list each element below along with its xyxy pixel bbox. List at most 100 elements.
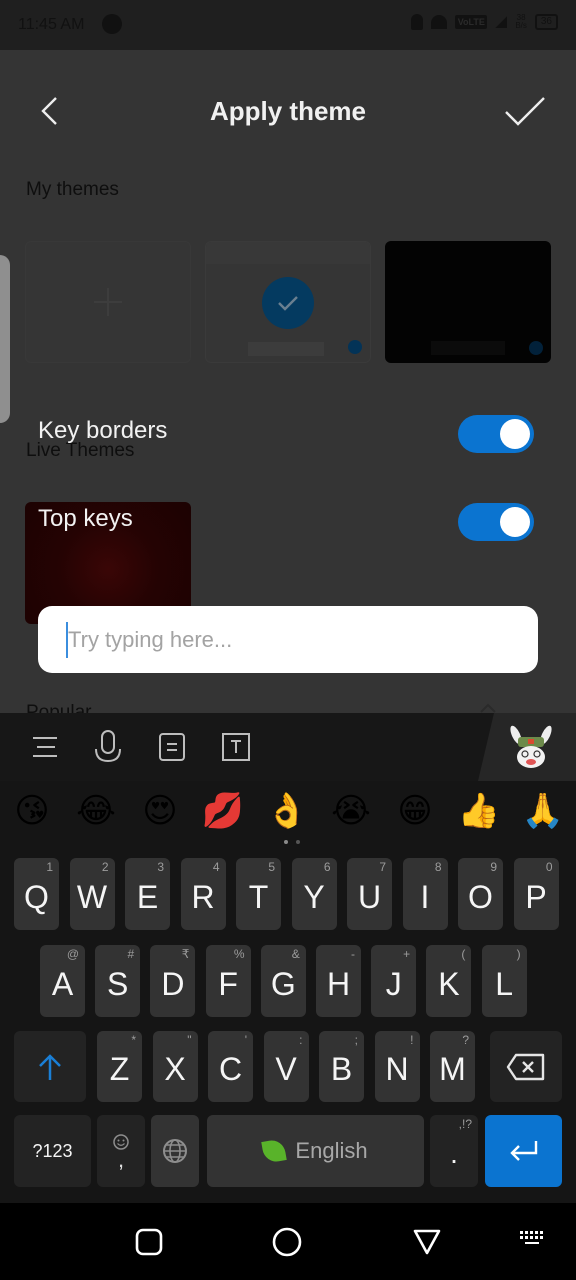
key-label: Y xyxy=(303,878,325,915)
key-hint: 6 xyxy=(323,860,331,874)
emoji-suggestion[interactable]: 😁 xyxy=(393,789,437,833)
emoji-suggestion[interactable]: 😂 xyxy=(74,789,118,833)
recents-button[interactable] xyxy=(134,1227,164,1257)
key-borders-toggle[interactable] xyxy=(458,415,534,453)
key-s[interactable]: # S xyxy=(95,945,141,1017)
key-x[interactable]: " X xyxy=(152,1031,198,1102)
enter-key[interactable] xyxy=(485,1115,562,1187)
black-theme-card[interactable] xyxy=(385,241,551,363)
key-y[interactable]: 6Y xyxy=(291,858,337,930)
emoji-suggestion[interactable]: 👌 xyxy=(265,789,309,833)
symbols-key-label: ?123 xyxy=(32,1140,73,1161)
emoji-suggestion[interactable]: 😍 xyxy=(138,789,182,833)
mascot-icon[interactable] xyxy=(508,725,554,769)
keyboard-hide-icon[interactable] xyxy=(519,1229,545,1253)
key-hint: ₹ xyxy=(181,947,190,961)
globe-icon xyxy=(163,1139,187,1163)
emoji-suggestion[interactable]: 😭 xyxy=(329,789,373,833)
key-k[interactable]: (K xyxy=(426,945,472,1017)
chevron-up-icon[interactable] xyxy=(478,702,498,713)
top-keys-label: Top keys xyxy=(38,505,133,532)
key-hint: 9 xyxy=(490,860,497,874)
key-e[interactable]: 3E xyxy=(125,858,170,930)
back-nav-button[interactable] xyxy=(412,1227,442,1257)
key-b[interactable]: ; B xyxy=(319,1031,364,1102)
signal-icon xyxy=(495,16,508,28)
key-z[interactable]: * Z xyxy=(97,1031,142,1102)
key-r[interactable]: 4R xyxy=(180,858,226,930)
notification-app-icon xyxy=(102,14,122,34)
clipboard-button[interactable] xyxy=(156,729,188,765)
language-key[interactable] xyxy=(151,1115,199,1187)
top-keys-toggle[interactable] xyxy=(458,503,534,541)
vibrate-icon xyxy=(411,14,424,30)
edge-panel-handle[interactable] xyxy=(0,255,10,423)
key-borders-row: Key borders xyxy=(38,415,538,455)
key-u[interactable]: 7U xyxy=(347,858,392,930)
menu-icon xyxy=(33,737,57,757)
key-m[interactable]: ? M xyxy=(430,1031,475,1102)
text-edit-button[interactable] xyxy=(220,729,252,765)
key-hint: 8 xyxy=(434,860,442,874)
key-label: S xyxy=(107,965,129,1002)
my-themes-heading: My themes xyxy=(26,179,119,200)
key-l[interactable]: ) L xyxy=(481,945,527,1017)
key-q[interactable]: 1Q xyxy=(14,858,59,930)
key-hint: ) xyxy=(516,947,521,961)
voice-input-button[interactable] xyxy=(92,729,124,765)
key-p[interactable]: 0P xyxy=(513,858,559,930)
key-j[interactable]: + J xyxy=(371,945,417,1017)
key-w[interactable]: 2W xyxy=(69,858,115,930)
key-hint: 1 xyxy=(46,860,53,874)
wifi-icon xyxy=(431,15,448,29)
screen: 11:45 AM VoLTE 38 B/s 36 Apply theme My t… xyxy=(0,0,576,1280)
period-key[interactable]: ,!? . xyxy=(430,1115,478,1187)
try-typing-input[interactable] xyxy=(68,606,508,673)
key-hint: # xyxy=(127,947,135,961)
key-n[interactable]: ! N xyxy=(374,1031,420,1102)
default-theme-card[interactable] xyxy=(205,241,371,363)
status-time: 11:45 AM xyxy=(18,16,85,33)
key-i[interactable]: 8I xyxy=(402,858,448,930)
key-o[interactable]: 9O xyxy=(458,858,503,930)
key-label: K xyxy=(438,965,460,1002)
key-h[interactable]: -H xyxy=(316,945,361,1017)
menu-button[interactable] xyxy=(29,729,61,765)
key-a[interactable]: @ A xyxy=(40,945,85,1017)
key-hint: ' xyxy=(244,1033,247,1047)
key-hint: * xyxy=(131,1033,136,1047)
symbols-key[interactable]: ?123 xyxy=(14,1115,91,1187)
theme-accent-dot xyxy=(348,340,362,354)
status-bar: 11:45 AM VoLTE 38 B/s 36 xyxy=(0,0,576,50)
key-hint: & xyxy=(291,947,300,961)
key-g[interactable]: & G xyxy=(260,945,306,1017)
backspace-key[interactable] xyxy=(490,1031,562,1102)
try-typing-box xyxy=(38,606,538,673)
key-hint: : xyxy=(299,1033,303,1047)
emoji-suggestion[interactable]: 💋 xyxy=(201,789,245,833)
theme-preview-band xyxy=(206,242,370,264)
page-dot xyxy=(296,840,300,844)
key-label: M xyxy=(439,1051,466,1087)
top-keys-row: Top keys xyxy=(38,503,538,543)
battery-icon: 36 xyxy=(534,14,558,30)
confirm-button[interactable] xyxy=(504,96,546,128)
status-icons: VoLTE 38 B/s 36 xyxy=(411,14,558,30)
emoji-suggestion[interactable]: 🙏 xyxy=(521,789,565,833)
theme-preview-bar xyxy=(248,342,324,356)
key-c[interactable]: ' C xyxy=(208,1031,253,1102)
shift-key[interactable] xyxy=(14,1031,86,1102)
add-theme-card[interactable] xyxy=(25,241,191,363)
key-f[interactable]: % F xyxy=(205,945,251,1017)
emoji-suggestion[interactable]: 👍 xyxy=(457,789,501,833)
popular-heading: Popular xyxy=(26,702,92,713)
home-button[interactable] xyxy=(272,1227,302,1257)
key-d[interactable]: ₹ D xyxy=(150,945,196,1017)
shift-arrow-icon xyxy=(39,1053,61,1080)
comma-emoji-key[interactable]: , xyxy=(97,1115,145,1187)
space-bar[interactable]: English xyxy=(207,1115,424,1187)
key-v[interactable]: :V xyxy=(263,1031,309,1102)
key-t[interactable]: 5T xyxy=(236,858,281,930)
emoji-suggestion[interactable]: 😘 xyxy=(10,789,54,833)
comma-label: , xyxy=(117,1147,125,1172)
